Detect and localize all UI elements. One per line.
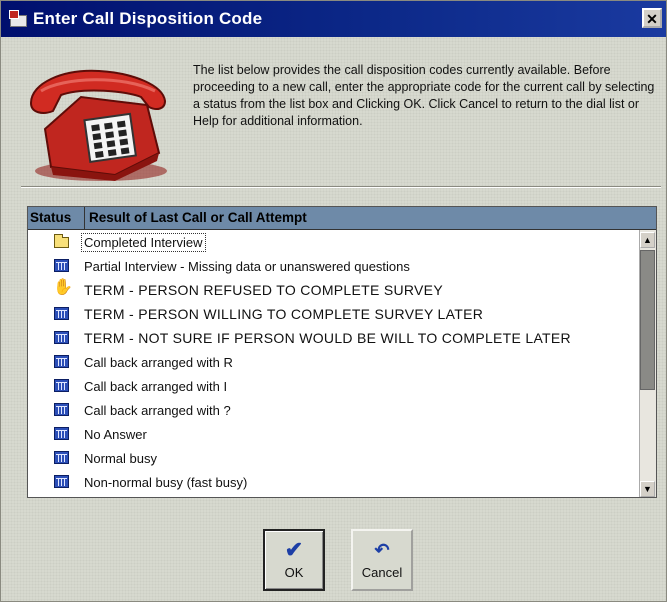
hand-icon: ✋: [53, 279, 73, 296]
status-column-header[interactable]: Status: [28, 207, 85, 229]
list-item-label: No Answer: [84, 426, 147, 442]
list-item[interactable]: Call back arranged with I: [28, 374, 640, 398]
cancel-button-label: Cancel: [361, 565, 403, 580]
scroll-up-button[interactable]: ▲: [640, 232, 655, 248]
disposition-dialog: Enter Call Disposition Code ✕ The list b…: [0, 0, 667, 602]
divider: [21, 186, 661, 188]
calendar-icon: [53, 258, 71, 274]
calendar-icon: [53, 330, 71, 346]
vertical-scrollbar[interactable]: ▲ ▼: [639, 230, 656, 497]
list-body: Completed Interview Partial Interview - M…: [28, 230, 640, 496]
list-item[interactable]: Non-normal busy (fast busy): [28, 470, 640, 494]
list-item[interactable]: ✋ TERM - PERSON REFUSED TO COMPLETE SURVE…: [28, 278, 640, 302]
list-item[interactable]: No Answer: [28, 422, 640, 446]
calendar-icon: [53, 474, 71, 490]
window-title: Enter Call Disposition Code: [33, 9, 263, 28]
calendar-icon: [53, 378, 71, 394]
title-bar[interactable]: Enter Call Disposition Code ✕: [1, 1, 666, 37]
list-item[interactable]: Call back arranged with R: [28, 350, 640, 374]
close-button[interactable]: ✕: [642, 8, 662, 28]
list-item-label: Call back arranged with R: [84, 354, 233, 370]
list-item[interactable]: Completed Interview: [28, 230, 640, 254]
list-item-label: Normal busy: [84, 450, 157, 466]
list-item[interactable]: Partial Interview - Missing data or unan…: [28, 254, 640, 278]
list-item-label: Call back arranged with ?: [84, 402, 231, 418]
undo-icon: ↶: [374, 540, 390, 560]
instructions-text: The list below provides the call disposi…: [193, 63, 655, 128]
list-item-label: Partial Interview - Missing data or unan…: [84, 258, 410, 274]
list-item-label: Completed Interview: [81, 232, 206, 252]
disposition-list[interactable]: Status Result of Last Call or Call Attem…: [27, 206, 657, 498]
list-item-label: TERM - NOT SURE IF PERSON WOULD BE WILL …: [84, 330, 571, 346]
telephone-icon: [29, 69, 167, 181]
list-item[interactable]: TERM - NOT SURE IF PERSON WOULD BE WILL …: [28, 326, 640, 350]
list-item[interactable]: TERM - PERSON WILLING TO COMPLETE SURVEY…: [28, 302, 640, 326]
result-column-header[interactable]: Result of Last Call or Call Attempt: [86, 207, 307, 229]
scroll-down-button[interactable]: ▼: [640, 481, 655, 497]
calendar-icon: [53, 306, 71, 322]
calendar-icon: [53, 354, 71, 370]
cancel-button[interactable]: ↶ Cancel: [351, 529, 413, 591]
list-item-label: TERM - PERSON REFUSED TO COMPLETE SURVEY: [84, 282, 443, 298]
list-item-label: Non-normal busy (fast busy): [84, 474, 248, 490]
list-item[interactable]: Call back arranged with ?: [28, 398, 640, 422]
checkmark-icon: ✔: [284, 537, 304, 562]
ok-button[interactable]: ✔ OK: [263, 529, 325, 591]
app-icon: [9, 10, 27, 28]
scroll-thumb[interactable]: [640, 250, 655, 390]
list-item-label: TERM - PERSON WILLING TO COMPLETE SURVEY…: [84, 306, 484, 322]
list-item-label: Call back arranged with I: [84, 378, 228, 394]
calendar-icon: [53, 426, 71, 442]
calendar-icon: [53, 402, 71, 418]
calendar-icon: [53, 450, 71, 466]
list-item[interactable]: Normal busy: [28, 446, 640, 470]
ok-button-label: OK: [284, 565, 304, 580]
folder-icon: [53, 234, 71, 250]
list-header: Status Result of Last Call or Call Attem…: [28, 207, 656, 230]
